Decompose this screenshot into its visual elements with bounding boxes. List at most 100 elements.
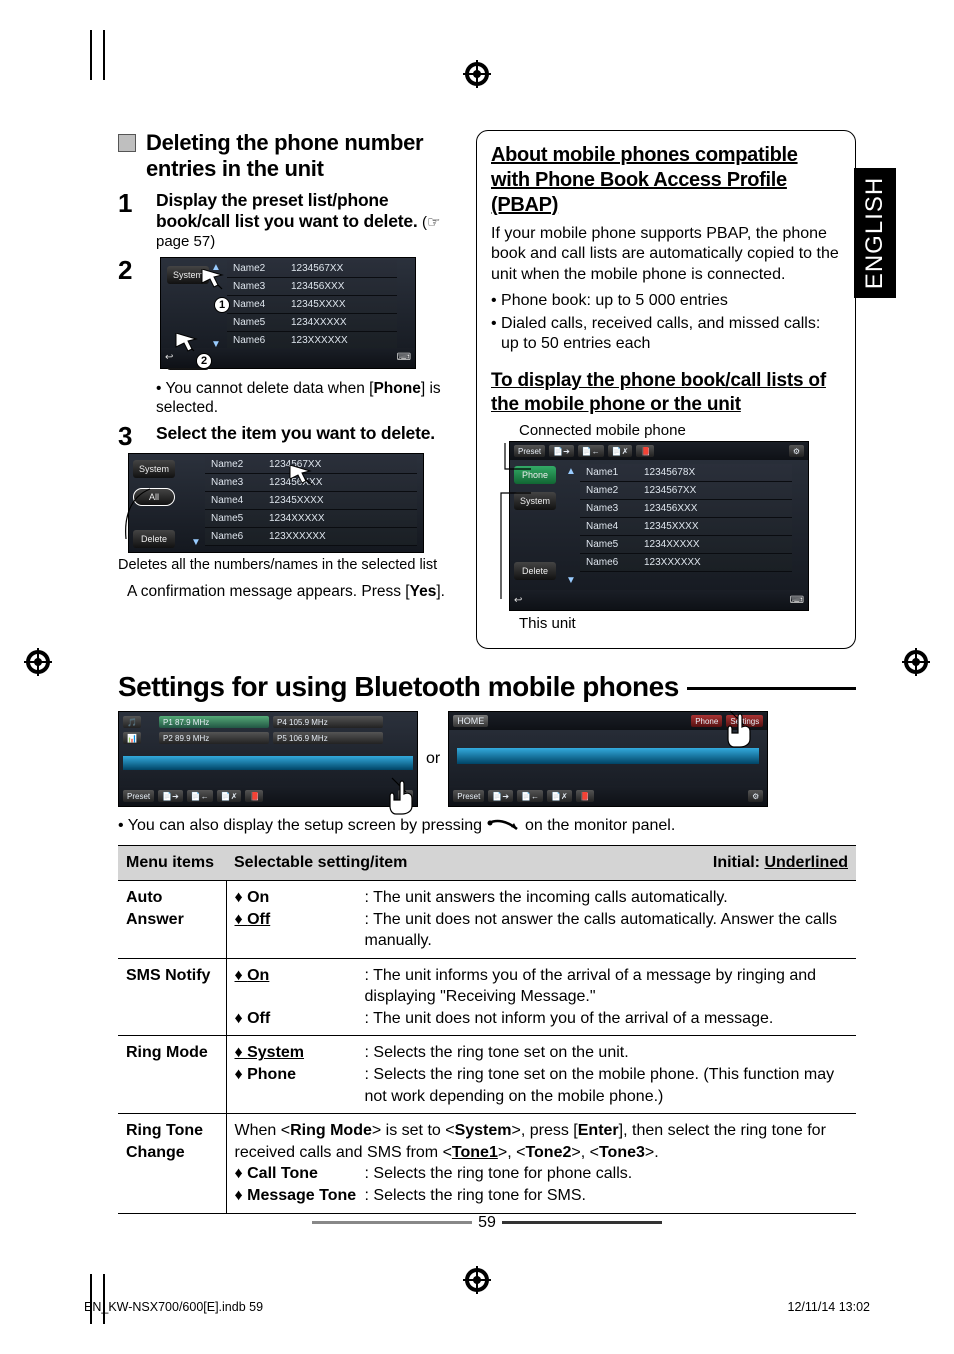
- th-menu: Menu items: [118, 846, 226, 881]
- scroll-bar[interactable]: [123, 756, 413, 770]
- dialed-icon[interactable]: 📄➔: [158, 790, 183, 802]
- keyboard-icon[interactable]: ⌨: [397, 352, 411, 363]
- list-item[interactable]: Name3123456XXX: [580, 500, 792, 518]
- menu-ring-tone: Ring Tone Change: [118, 1114, 226, 1213]
- opt-on: On: [235, 887, 365, 909]
- missed-icon[interactable]: 📄✗: [217, 790, 242, 802]
- phonebook-icon[interactable]: 📕: [245, 790, 263, 802]
- step-1-ref-prefix: (☞: [422, 214, 440, 231]
- scroll-down-icon[interactable]: ▼: [191, 537, 201, 548]
- pbap-bullet: Dialed calls, received calls, and missed…: [491, 314, 841, 355]
- opt-system: System: [235, 1042, 365, 1064]
- preset-chip[interactable]: P5 106.9 MHz: [273, 732, 383, 744]
- step-1: 1 Display the preset list/phone book/cal…: [118, 190, 454, 251]
- dialed-icon[interactable]: 📄➔: [488, 790, 513, 802]
- pbap-paragraph: If your mobile phone supports PBAP, the …: [491, 224, 841, 285]
- confirm-message: A confirmation message appears. Press [Y…: [118, 583, 454, 601]
- crop-tick: [90, 1274, 92, 1324]
- left-column: Deleting the phone number entries in the…: [118, 130, 454, 649]
- scroll-up-icon[interactable]: ▲: [566, 466, 576, 477]
- missed-icon[interactable]: 📄✗: [547, 790, 572, 802]
- received-icon[interactable]: 📄←: [517, 790, 543, 802]
- preset-chip[interactable]: P2 89.9 MHz: [159, 732, 269, 744]
- connected-phone-label: Connected mobile phone: [519, 422, 841, 439]
- list-item[interactable]: Name51234XXXXX: [580, 536, 792, 554]
- opt-off: Off: [235, 1008, 365, 1030]
- cannot-delete-note: You cannot delete data when [Phone] is s…: [156, 379, 454, 418]
- list-item[interactable]: Name51234XXXXX: [205, 510, 417, 528]
- phonebook-icon[interactable]: 📕: [636, 445, 654, 457]
- opt-phone: Phone: [235, 1064, 365, 1107]
- settings-icon[interactable]: ⚙: [748, 790, 763, 802]
- preset-chip[interactable]: P4 105.9 MHz: [273, 716, 383, 728]
- menu-sms-notify: SMS Notify: [118, 958, 226, 1036]
- settings-section: Settings for using Bluetooth mobile phon…: [118, 657, 856, 1231]
- hand-cursor-icon: [386, 774, 428, 821]
- settings-screenshots: 🎵 📊 P1 87.9 MHz P4 105.9 MHz P2 89.9 MHz…: [118, 711, 856, 807]
- content-area: Deleting the phone number entries in the…: [118, 130, 856, 1232]
- language-tab-label: ENGLISH: [861, 177, 889, 289]
- table-row: SMS Notify OnThe unit informs you of the…: [118, 958, 856, 1036]
- menu-auto-answer: Auto Answer: [118, 880, 226, 958]
- crop-tick: [90, 30, 92, 80]
- pbap-info-box: About mobile phones compatible with Phon…: [476, 130, 856, 649]
- callout-2: 2: [196, 353, 212, 369]
- or-label: or: [426, 750, 440, 768]
- step-number: 1: [118, 190, 142, 251]
- step-3: 3 Select the item you want to delete.: [118, 423, 454, 449]
- settings-table: Menu items Selectable setting/item Initi…: [118, 845, 856, 1213]
- scroll-down-icon[interactable]: ▼: [566, 575, 576, 586]
- menu-ring-mode: Ring Mode: [118, 1036, 226, 1114]
- page-bar: [312, 1221, 472, 1224]
- step-number: 3: [118, 423, 142, 449]
- dialed-icon[interactable]: 📄➔: [549, 445, 574, 457]
- list-item[interactable]: Name112345678X: [580, 464, 792, 482]
- step-3-title: Select the item you want to delete.: [156, 423, 454, 444]
- page-bar: [502, 1221, 662, 1224]
- system-button[interactable]: System: [133, 460, 175, 478]
- language-tab: ENGLISH: [854, 168, 896, 298]
- eq-icon[interactable]: 📊: [123, 732, 141, 744]
- pbap-bullet: Phone book: up to 5 000 entries: [491, 291, 841, 311]
- crop-tick: [103, 1274, 105, 1324]
- received-icon[interactable]: 📄←: [187, 790, 213, 802]
- keyboard-icon[interactable]: ⌨: [790, 595, 804, 606]
- phone-button[interactable]: Phone: [691, 715, 722, 727]
- crop-tick: [103, 30, 105, 80]
- cursor-arrow-icon: [288, 465, 328, 504]
- list-item[interactable]: Name21234567XX: [580, 482, 792, 500]
- list-item[interactable]: Name6123XXXXXX: [205, 528, 417, 546]
- print-footer: EN_KW-NSX700/600[E].indb 59 12/11/14 13:…: [84, 1300, 870, 1314]
- home-button[interactable]: HOME: [453, 715, 488, 727]
- preset-button[interactable]: Preset: [123, 790, 154, 802]
- list-item[interactable]: Name412345XXXX: [580, 518, 792, 536]
- deletes-caption: Deletes all the numbers/names in the sel…: [118, 557, 454, 574]
- step-1-text: Display the preset list/phone book/call …: [156, 190, 418, 231]
- registration-mark-icon: [902, 648, 930, 676]
- ring-tone-intro: When <Ring Mode> is set to <System>, pre…: [235, 1120, 849, 1163]
- registration-mark-icon: [463, 60, 491, 88]
- th-selectable: Selectable setting/item Initial: Underli…: [226, 846, 856, 881]
- registration-mark-icon: [24, 648, 52, 676]
- footer-left: EN_KW-NSX700/600[E].indb 59: [84, 1300, 263, 1314]
- callout-line: [495, 439, 535, 609]
- page: ENGLISH Deleting the phone number entrie…: [0, 0, 954, 1354]
- band-icon[interactable]: 🎵: [123, 716, 141, 728]
- scroll-bar[interactable]: [457, 748, 759, 764]
- list-item[interactable]: Name6123XXXXXX: [580, 554, 792, 572]
- missed-icon[interactable]: 📄✗: [608, 445, 633, 457]
- this-unit-label: This unit: [519, 615, 841, 632]
- preset-button[interactable]: Preset: [453, 790, 484, 802]
- preset-chip[interactable]: P1 87.9 MHz: [159, 716, 269, 728]
- callout-line: [120, 487, 160, 547]
- opt-call-tone: Call Tone: [235, 1163, 365, 1185]
- step-2: 2 System Delete: [118, 257, 454, 418]
- phonebook-icon[interactable]: 📕: [576, 790, 594, 802]
- screenshot-home: HOME Phone Settings Preset 📄➔ 📄← 📄✗ 📕: [448, 711, 768, 807]
- section-bullet-icon: [118, 134, 136, 152]
- step-number: 2: [118, 257, 142, 418]
- settings-icon[interactable]: ⚙: [789, 445, 804, 457]
- back-icon[interactable]: ↩: [165, 352, 173, 363]
- right-column: About mobile phones compatible with Phon…: [476, 130, 856, 649]
- received-icon[interactable]: 📄←: [578, 445, 604, 457]
